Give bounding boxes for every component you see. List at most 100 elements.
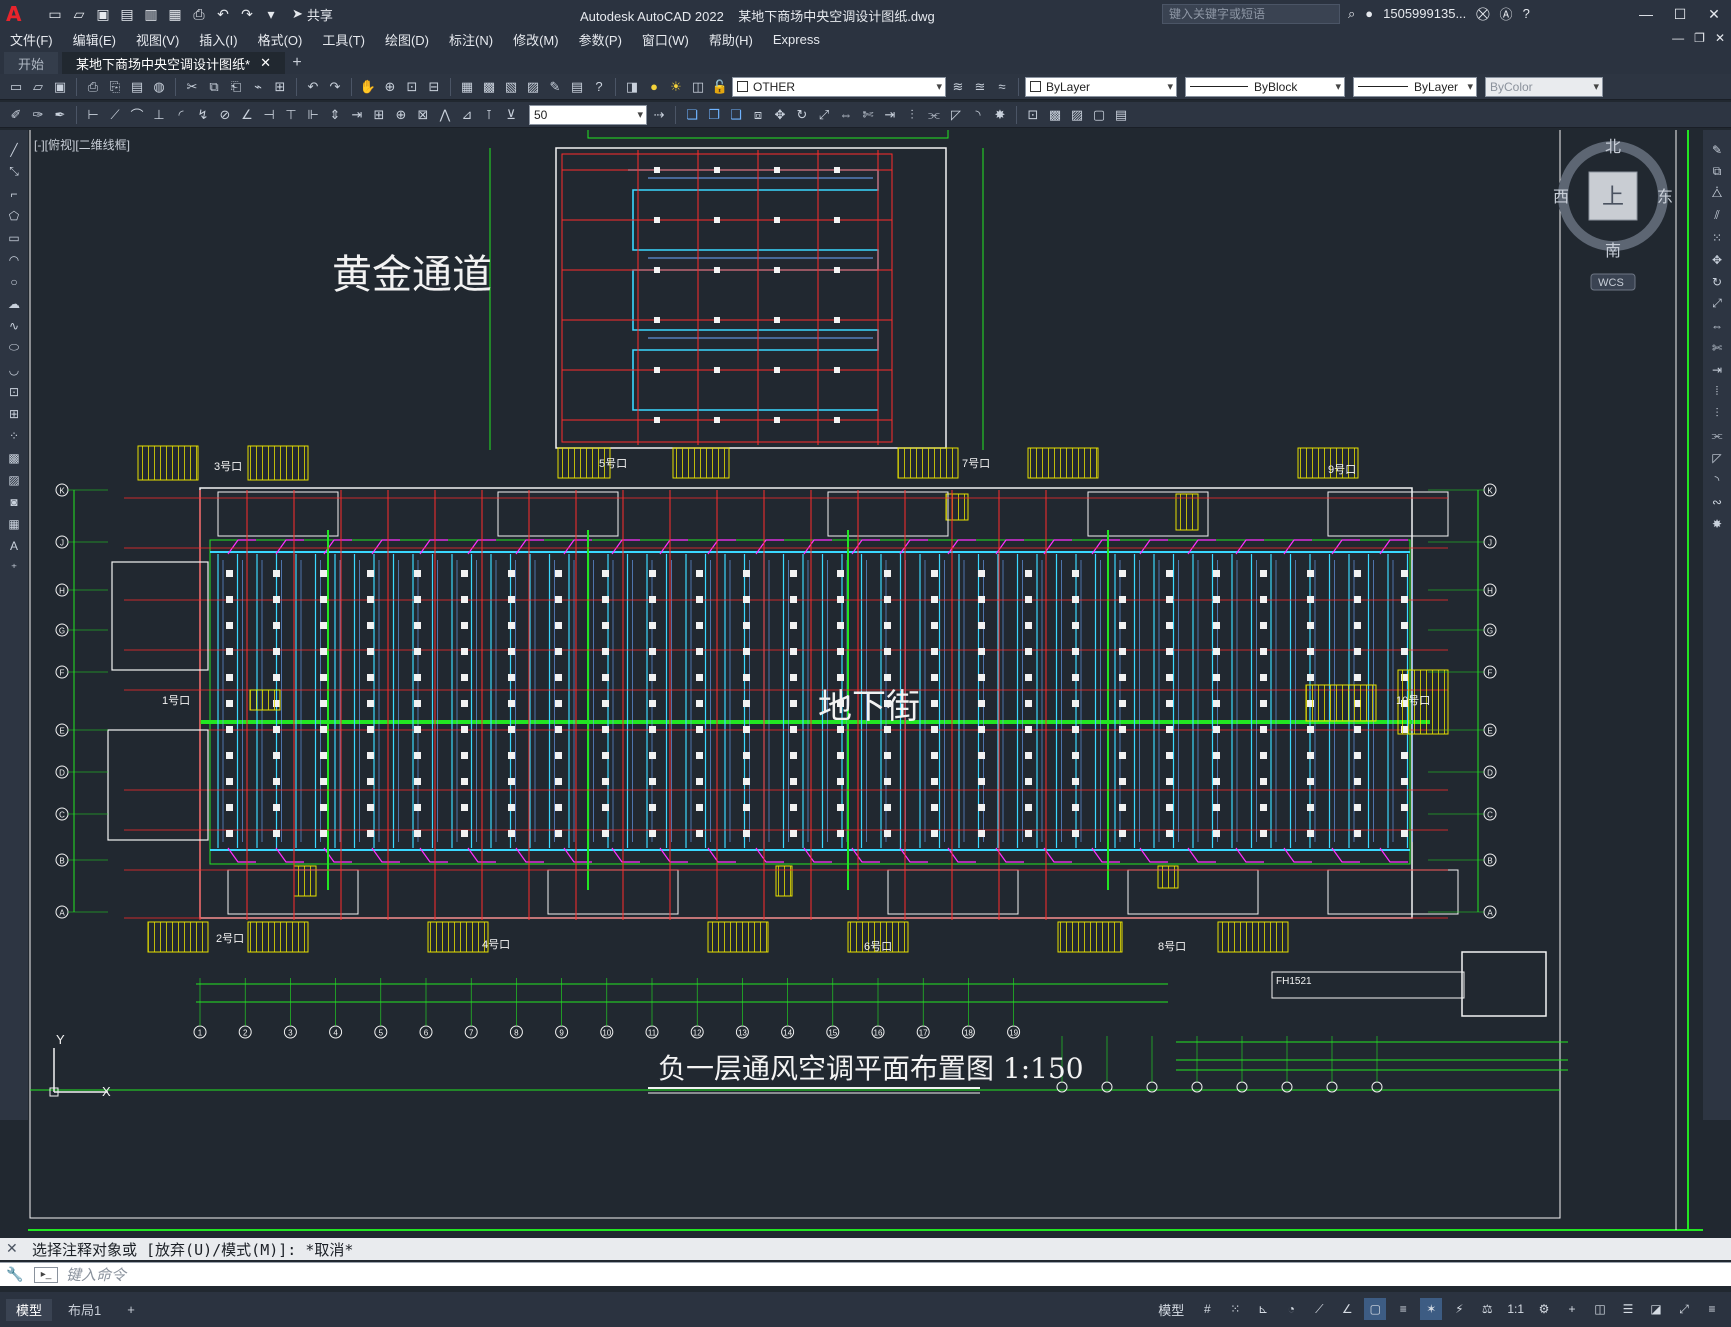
dim-update-icon[interactable]: ⊻	[501, 105, 521, 125]
break-icon[interactable]: ⫶	[1707, 404, 1727, 423]
annotation-monitor-icon[interactable]: +	[1561, 1298, 1583, 1320]
region-icon[interactable]: ▢	[1089, 105, 1109, 125]
dim-text-edit-icon[interactable]: ⊺	[479, 105, 499, 125]
mirror-icon[interactable]: ❐	[704, 105, 724, 125]
close-tab-icon[interactable]: ✕	[260, 55, 271, 71]
object-snap-tracking-icon[interactable]: ∠	[1336, 1298, 1358, 1320]
3d-print-icon[interactable]: ◍	[149, 77, 169, 97]
mirror-icon[interactable]: ⧊	[1707, 184, 1727, 203]
user-icon[interactable]: ●	[1365, 6, 1373, 21]
command-line[interactable]: ▸_ 键入命令	[0, 1262, 1731, 1286]
text-style-icon[interactable]: ✐	[6, 105, 26, 125]
annotation-scale-icon[interactable]: ⚖	[1476, 1298, 1498, 1320]
design-center-icon[interactable]: ▩	[479, 77, 499, 97]
fullscreen-icon[interactable]: ⤢	[1673, 1298, 1695, 1320]
rotate-icon[interactable]: ↻	[1707, 272, 1727, 291]
color-dropdown[interactable]: ByLayer	[1025, 76, 1177, 97]
circle-icon[interactable]: ○	[4, 272, 24, 291]
ellipse-arc-icon[interactable]: ◡	[4, 360, 24, 379]
arc-length-icon[interactable]: ⌒	[127, 105, 147, 125]
command-input[interactable]: 键入命令	[66, 1264, 126, 1285]
copy-icon[interactable]: ⧉	[1707, 162, 1727, 181]
customize-qat-icon[interactable]: ▾	[262, 5, 280, 23]
publish-icon[interactable]: ▤	[127, 77, 147, 97]
layer-on-icon[interactable]: ●	[644, 77, 664, 97]
spline-icon[interactable]: ∿	[4, 316, 24, 335]
menu-edit[interactable]: 编辑(E)	[63, 30, 126, 49]
menu-draw[interactable]: 绘图(D)	[375, 30, 439, 49]
menu-view[interactable]: 视图(V)	[126, 30, 189, 49]
move-icon[interactable]: ✥	[1707, 250, 1727, 269]
annotation-visibility-icon[interactable]: ✶	[1420, 1298, 1443, 1320]
extend-icon[interactable]: ⇥	[880, 105, 900, 125]
tool-palettes-icon[interactable]: ▧	[501, 77, 521, 97]
extend-icon[interactable]: ⇥	[1707, 360, 1727, 379]
array-icon[interactable]: ⧈	[748, 105, 768, 125]
polar-icon[interactable]: ◔	[1280, 1298, 1302, 1320]
auto-scale-icon[interactable]: ⚡	[1448, 1298, 1470, 1320]
search-icon[interactable]: ⌕	[1348, 6, 1355, 22]
continue-dim-icon[interactable]: ⊩	[303, 105, 323, 125]
diameter-dim-icon[interactable]: ⊘	[215, 105, 235, 125]
doc-restore-icon[interactable]: ❐	[1694, 31, 1705, 45]
doc-minimize-icon[interactable]: —	[1672, 31, 1684, 45]
save-to-web-icon[interactable]: ▦	[166, 5, 184, 23]
chamfer-icon[interactable]: ◸	[946, 105, 966, 125]
sheet-set-icon[interactable]: ▨	[523, 77, 543, 97]
zoom-window-icon[interactable]: ⊡	[402, 77, 422, 97]
ordinate-dim-icon[interactable]: ⊥	[149, 105, 169, 125]
linetype-dropdown[interactable]: ByBlock	[1185, 76, 1345, 97]
scale-icon[interactable]: ⤢	[814, 105, 834, 125]
join-icon[interactable]: ⫘	[924, 105, 944, 125]
open-icon[interactable]: ▱	[28, 77, 48, 97]
jogged-dim-icon[interactable]: ↯	[193, 105, 213, 125]
explode-icon[interactable]: ✸	[990, 105, 1010, 125]
viewcube[interactable]: 上 北 南 西 东 WCS	[1553, 138, 1673, 298]
cut-icon[interactable]: ✂	[182, 77, 202, 97]
workspace-gear-icon[interactable]: ⚙	[1533, 1298, 1555, 1320]
table-style-icon[interactable]: ✒	[50, 105, 70, 125]
tolerance-icon[interactable]: ⊞	[369, 105, 389, 125]
properties-icon[interactable]: ▦	[457, 77, 477, 97]
region-icon[interactable]: ◙	[4, 492, 24, 511]
new-tab-button[interactable]: +	[285, 52, 309, 74]
menu-parametric[interactable]: 参数(P)	[569, 30, 632, 49]
erase-icon[interactable]: ✎	[1707, 140, 1727, 159]
layer-previous-icon[interactable]: ≊	[970, 77, 990, 97]
point-icon[interactable]: ⁘	[4, 426, 24, 445]
layer-vp-icon[interactable]: ◫	[688, 77, 708, 97]
tab-start[interactable]: 开始	[4, 52, 59, 74]
match-properties-icon[interactable]: ⌁	[248, 77, 268, 97]
explode-icon[interactable]: ✸	[1707, 514, 1727, 533]
tab-current-drawing[interactable]: 某地下商场中央空调设计图纸* ✕	[62, 52, 285, 74]
dim-edit-icon[interactable]: ⊿	[457, 105, 477, 125]
rotate-icon[interactable]: ↻	[792, 105, 812, 125]
plot-icon[interactable]: ⎙	[83, 77, 103, 97]
autodesk-app-icon[interactable]: Ⓐ	[1500, 4, 1513, 23]
offset-icon[interactable]: ❑	[726, 105, 746, 125]
dim-scale-dropdown[interactable]: 50	[529, 104, 647, 125]
annotation-scale-value[interactable]: 1:1	[1504, 1298, 1527, 1320]
help-icon[interactable]: ?	[589, 77, 609, 97]
insert-block-icon[interactable]: ⊡	[1023, 105, 1043, 125]
ellipse-icon[interactable]: ⬭	[4, 338, 24, 357]
jogged-linear-icon[interactable]: ⋀	[435, 105, 455, 125]
compass-east[interactable]: 东	[1657, 188, 1673, 206]
make-current-layer-icon[interactable]: ≋	[948, 77, 968, 97]
gradient-icon[interactable]: ▨	[1067, 105, 1087, 125]
zoom-previous-icon[interactable]: ⊟	[424, 77, 444, 97]
command-close-icon[interactable]: ✕	[6, 1240, 18, 1257]
ortho-icon[interactable]: ⊾	[1252, 1298, 1274, 1320]
layer-dropdown[interactable]: OTHER	[732, 76, 946, 97]
trim-icon[interactable]: ✄	[1707, 338, 1727, 357]
menu-modify[interactable]: 修改(M)	[503, 30, 569, 49]
join-icon[interactable]: ⫘	[1707, 426, 1727, 445]
qnew-icon[interactable]: ▭	[6, 77, 26, 97]
close-icon[interactable]: ✕	[1697, 0, 1731, 28]
menu-format[interactable]: 格式(O)	[248, 30, 313, 49]
break-point-icon[interactable]: ⦙	[1707, 382, 1727, 401]
move-icon[interactable]: ✥	[770, 105, 790, 125]
scale-icon[interactable]: ⤢	[1707, 294, 1727, 313]
lineweight-dropdown[interactable]: ByLayer	[1353, 76, 1477, 97]
menu-window[interactable]: 窗口(W)	[632, 30, 699, 49]
